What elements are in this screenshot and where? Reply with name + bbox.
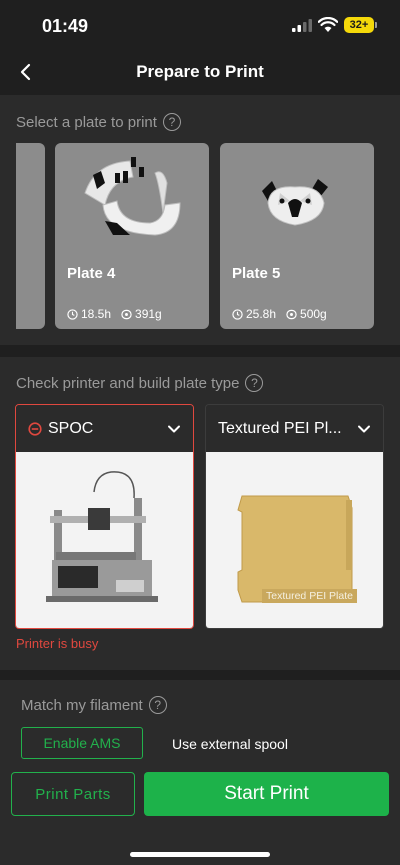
nav-bar: Prepare to Print [0,50,400,94]
plate-5-weight: 500g [286,307,327,321]
print-parts-button[interactable]: Print Parts [11,772,135,816]
printer-section: Check printer and build plate type ? SPO… [0,357,400,670]
plate-4-meta: 18.5h 391g [67,307,162,321]
plate-4-time: 18.5h [67,307,111,321]
battery-level: 32+ [349,19,369,31]
printer-illustration [46,471,158,602]
help-icon[interactable]: ? [245,374,264,392]
plate-5-meta: 25.8h 500g [232,307,327,321]
enable-ams-button[interactable]: Enable AMS [21,727,143,759]
status-time: 01:49 [42,16,89,36]
filament-section-label: Match my filament ? [21,696,167,714]
build-plate-dropdown[interactable]: Textured PEI Pl... [206,405,383,452]
page-title: Prepare to Print [136,62,264,81]
printer-label-text: Check printer and build plate type [16,374,240,392]
filament-spool-icon [121,309,132,319]
busy-status-icon [28,421,42,436]
battery-nub [375,22,377,28]
start-print-button[interactable]: Start Print [144,772,389,816]
plate-5-model-preview [262,179,328,226]
plate-5-name: Plate 5 [232,265,281,282]
printer-select-card[interactable]: SPOC [15,404,194,629]
plates-section-label: Select a plate to print ? [16,113,181,131]
plates-section: Select a plate to print ? Plate 4 18.5h … [0,95,400,345]
plate-card-5[interactable]: Plate 5 25.8h 500g [220,143,374,329]
plate-card-4[interactable]: Plate 4 18.5h 391g [55,143,209,329]
build-plate-name: Textured PEI Pl... [218,419,342,437]
chevron-down-icon [358,425,370,433]
cellular-signal-icon [292,19,312,32]
filament-spool-icon [286,309,297,319]
clock-icon [67,308,78,320]
clock-icon [232,308,243,320]
status-bar: 01:49 32+ [0,0,400,50]
plate-4-time-value: 18.5h [81,307,112,321]
build-plate-select-card[interactable]: Textured PEI Pl... Textured PEI Plate [205,404,384,629]
printer-dropdown[interactable]: SPOC [16,405,193,452]
printer-name: SPOC [48,419,94,437]
plate-4-weight-value: 391g [135,307,162,321]
plate-4-name: Plate 4 [67,265,116,282]
printer-status-text: Printer is busy [16,636,99,651]
wifi-icon [318,17,338,32]
help-icon[interactable]: ? [162,113,181,131]
plate-4-model-preview [84,157,181,236]
use-external-spool-option[interactable]: Use external spool [172,736,288,752]
help-icon[interactable]: ? [148,696,167,714]
plate-4-weight: 391g [121,307,162,321]
home-indicator[interactable] [130,852,270,857]
plate-5-time-value: 25.8h [246,307,277,321]
battery-icon: 32+ [344,17,374,33]
build-plate-image: Textured PEI Plate [206,452,383,628]
plates-label-text: Select a plate to print [16,113,157,131]
build-plate-image-caption: Textured PEI Plate [262,589,357,603]
chevron-down-icon [168,425,180,433]
printer-image [16,452,193,628]
plate-card-previous[interactable] [16,143,45,329]
printer-section-label: Check printer and build plate type ? [16,374,264,392]
filament-label-text: Match my filament [21,696,143,714]
plate-5-weight-value: 500g [300,307,327,321]
plate-5-time: 25.8h [232,307,276,321]
